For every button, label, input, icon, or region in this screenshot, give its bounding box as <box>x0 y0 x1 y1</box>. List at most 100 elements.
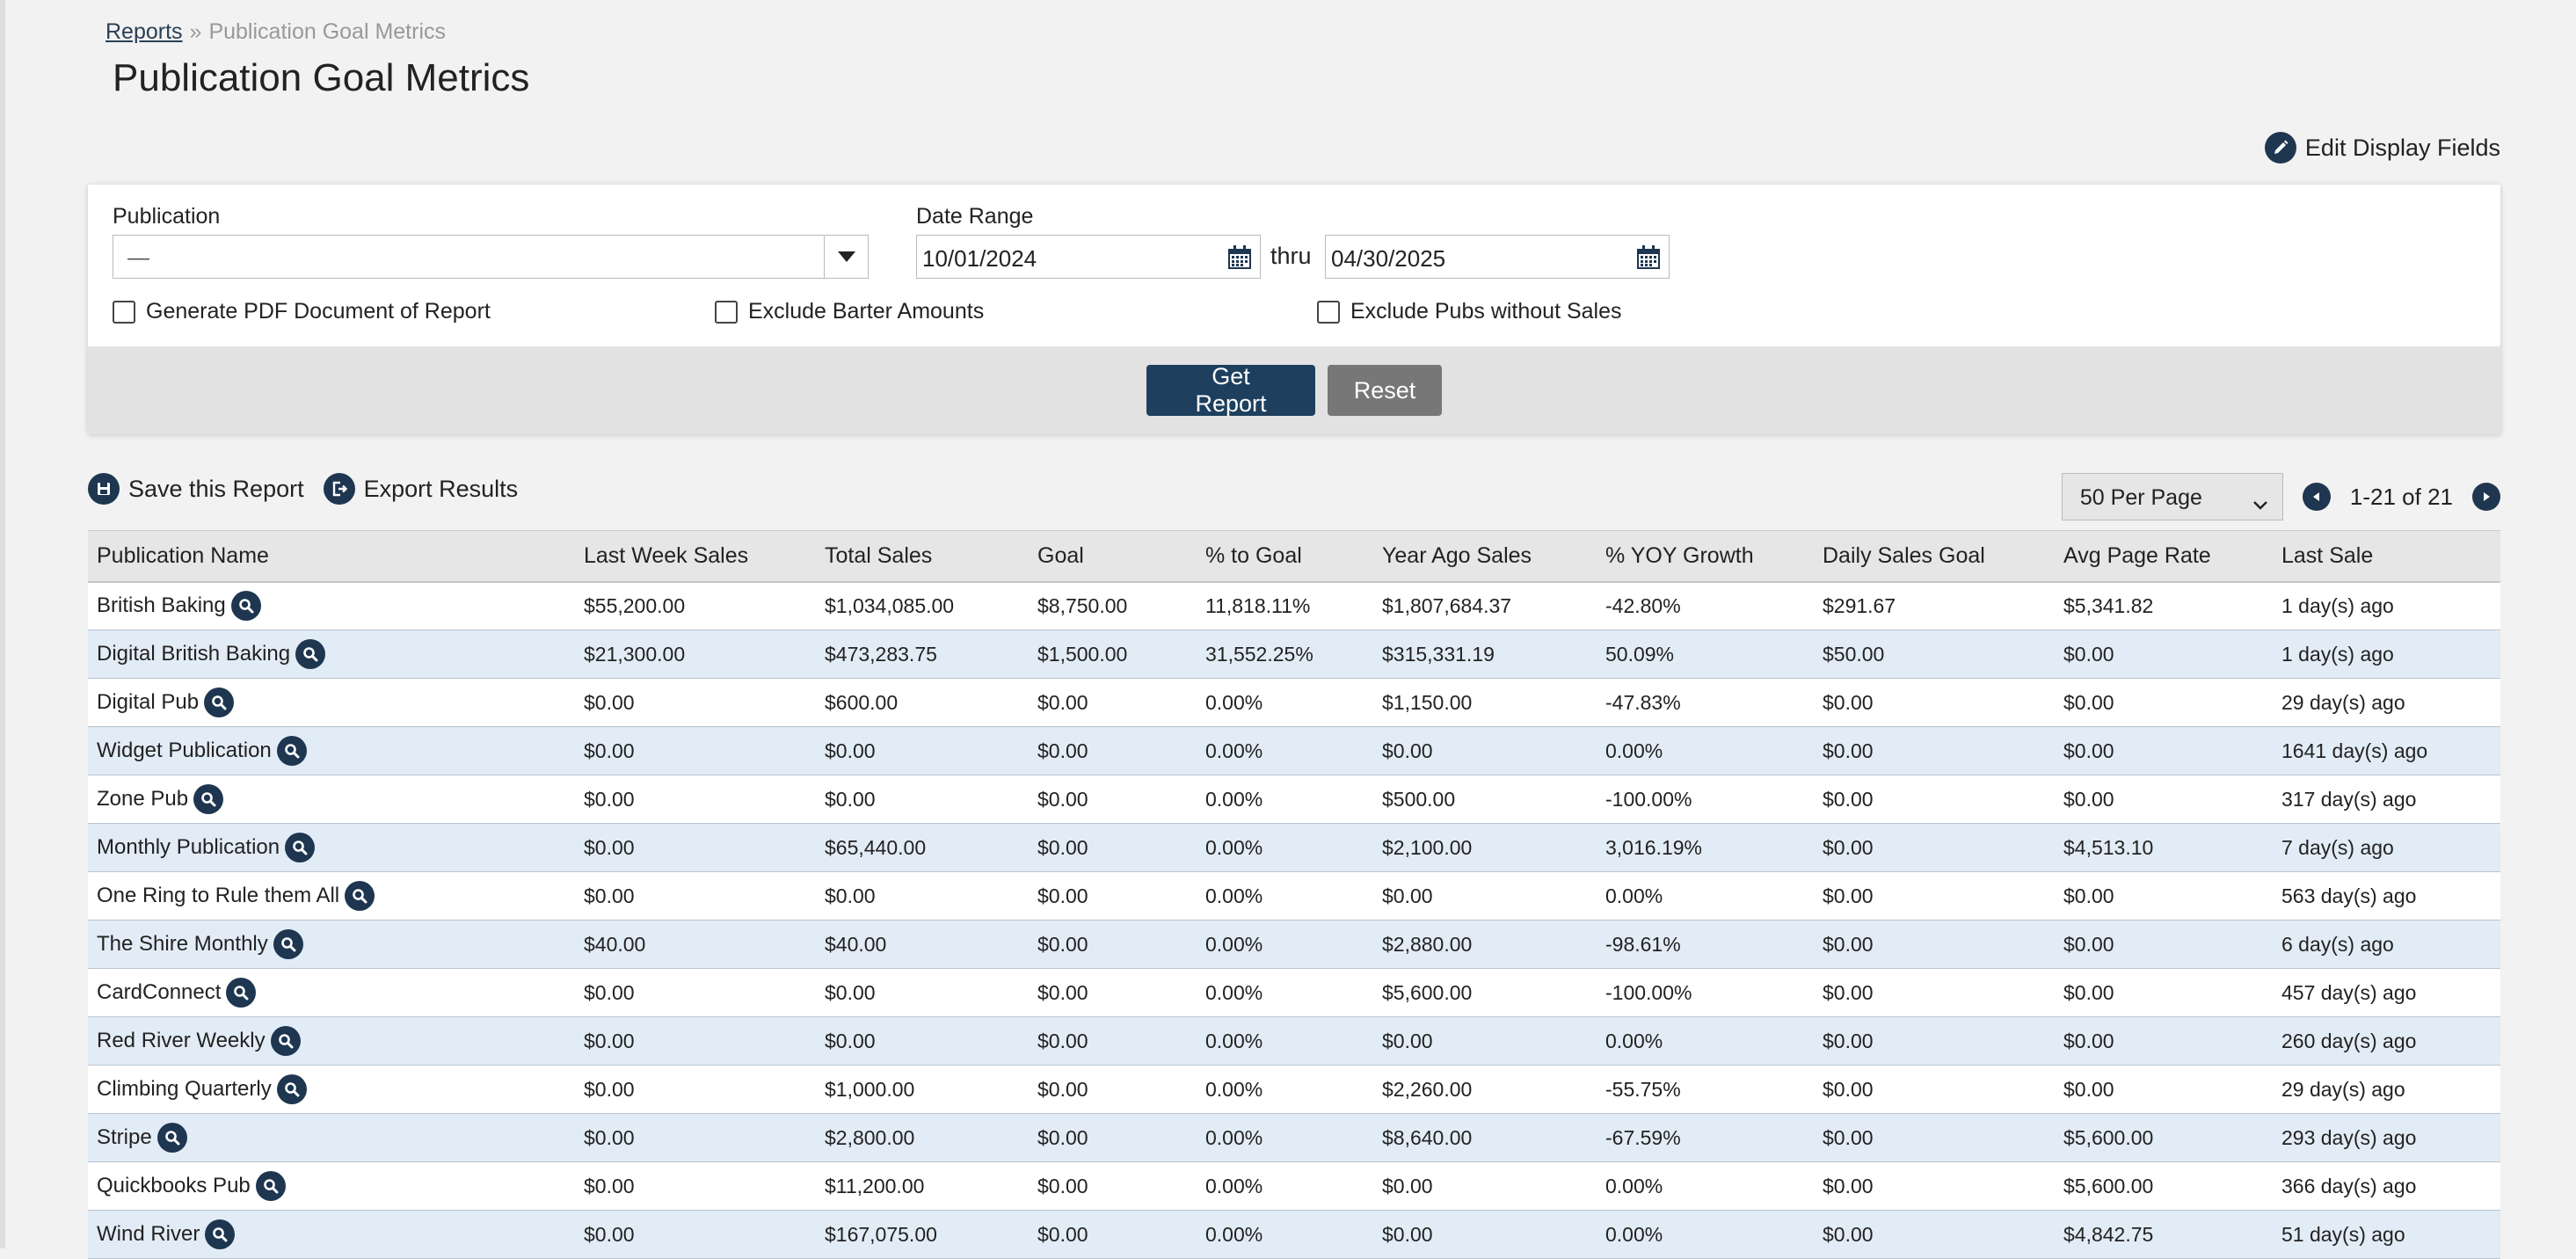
table-row: One Ring to Rule them All $0.00 $0.00 $0.00… <box>88 871 2500 921</box>
table-cell: $1,000.00 <box>816 1065 1029 1114</box>
magnifier-icon[interactable] <box>345 881 375 911</box>
magnifier-icon[interactable] <box>230 591 261 622</box>
table-cell: $0.00 <box>2055 726 2273 775</box>
table-cell: $0.00 <box>1373 1210 1597 1259</box>
publication-select[interactable]: — <box>113 235 869 279</box>
table-cell: $0.00 <box>1029 823 1197 872</box>
checkbox-box[interactable] <box>1317 300 1340 324</box>
generate-pdf-checkbox[interactable]: Generate PDF Document of Report <box>113 299 491 324</box>
edit-display-fields-button[interactable]: Edit Display Fields <box>2264 132 2500 164</box>
header-year-ago-sales[interactable]: Year Ago Sales <box>1373 530 1597 583</box>
magnifier-icon[interactable] <box>276 1074 307 1104</box>
table-header-row: Publication Name Last Week Sales Total S… <box>88 530 2500 583</box>
next-page-icon[interactable] <box>2472 483 2500 511</box>
table-cell: $0.00 <box>1029 920 1197 969</box>
table-cell: $600.00 <box>816 678 1029 727</box>
table-cell: $0.00 <box>575 1065 816 1114</box>
magnifier-icon[interactable] <box>273 929 303 959</box>
magnifier-icon[interactable] <box>156 1123 187 1153</box>
table-cell: 6 day(s) ago <box>2273 920 2500 969</box>
table-cell: $0.00 <box>1373 1016 1597 1066</box>
table-cell: $0.00 <box>2055 630 2273 679</box>
save-report-button[interactable]: Save this Report <box>88 473 304 505</box>
results-table: Publication Name Last Week Sales Total S… <box>88 530 2500 1259</box>
breadcrumb-current: Publication Goal Metrics <box>208 19 447 44</box>
chevron-down-icon <box>2252 491 2268 517</box>
header-last-sale[interactable]: Last Sale <box>2273 530 2500 583</box>
table-row: Red River Weekly $0.00 $0.00 $0.00 0.00% $0.0… <box>88 1016 2500 1066</box>
table-cell: -98.61% <box>1597 920 1814 969</box>
get-report-button[interactable]: Get Report <box>1146 363 1315 417</box>
caret-down-icon[interactable] <box>824 236 868 278</box>
table-cell: 0.00% <box>1197 1065 1373 1114</box>
table-cell: $0.00 <box>816 726 1029 775</box>
calendar-icon[interactable] <box>1226 244 1253 277</box>
checkbox-box[interactable] <box>715 300 738 324</box>
calendar-icon[interactable] <box>1635 244 1662 277</box>
header-goal[interactable]: Goal <box>1029 530 1197 583</box>
table-cell: $0.00 <box>1814 920 2055 969</box>
magnifier-icon[interactable] <box>285 833 316 862</box>
table-cell: $0.00 <box>816 968 1029 1017</box>
table-cell: 50.09% <box>1597 630 1814 679</box>
publication-name: Climbing Quarterly <box>97 1074 307 1104</box>
publication-name-text: Monthly Publication <box>97 835 280 859</box>
table-cell: 0.00% <box>1197 726 1373 775</box>
table-cell: $0.00 <box>575 726 816 775</box>
table-row: Digital British Baking $21,300.00 $473,283… <box>88 630 2500 679</box>
header-avg-page-rate[interactable]: Avg Page Rate <box>2055 530 2273 583</box>
checkbox-box[interactable] <box>113 300 135 324</box>
table-cell: 11,818.11% <box>1197 581 1373 630</box>
header-total-sales[interactable]: Total Sales <box>816 530 1029 583</box>
magnifier-icon[interactable] <box>255 1171 286 1201</box>
table-row: Widget Publication $0.00 $0.00 $0.00 0.00% $0… <box>88 726 2500 775</box>
exclude-pubs-checkbox[interactable]: Exclude Pubs without Sales <box>1317 299 1622 324</box>
header-daily-sales-goal[interactable]: Daily Sales Goal <box>1814 530 2055 583</box>
table-cell: $4,513.10 <box>2055 823 2273 872</box>
exclude-pubs-label: Exclude Pubs without Sales <box>1350 299 1622 324</box>
export-results-button[interactable]: Export Results <box>323 473 518 505</box>
table-cell: $0.00 <box>575 1161 816 1211</box>
generate-pdf-label: Generate PDF Document of Report <box>146 299 491 324</box>
table-cell: $0.00 <box>1029 968 1197 1017</box>
table-cell: 0.00% <box>1597 1161 1814 1211</box>
magnifier-icon[interactable] <box>204 688 235 717</box>
publication-label: Publication <box>113 204 221 229</box>
table-cell: $1,500.00 <box>1029 630 1197 679</box>
publication-name: Red River Weekly <box>97 1026 301 1056</box>
header-yoy-growth[interactable]: % YOY Growth <box>1597 530 1814 583</box>
per-page-select[interactable]: 50 Per Page <box>2061 473 2283 520</box>
table-cell: $0.00 <box>816 871 1029 921</box>
publication-name: Digital British Baking <box>97 639 326 669</box>
header-percent-to-goal[interactable]: % to Goal <box>1197 530 1373 583</box>
exclude-barter-checkbox[interactable]: Exclude Barter Amounts <box>715 299 984 324</box>
magnifier-icon[interactable] <box>295 639 326 669</box>
table-cell: $0.00 <box>2055 1016 2273 1066</box>
cell-publication-name: British Baking <box>88 581 575 630</box>
table-cell: $8,750.00 <box>1029 581 1197 630</box>
table-cell: $2,880.00 <box>1373 920 1597 969</box>
table-cell: 260 day(s) ago <box>2273 1016 2500 1066</box>
table-row: British Baking $55,200.00 $1,034,085.00 $8,… <box>88 581 2500 630</box>
table-cell: $0.00 <box>2055 871 2273 921</box>
magnifier-icon[interactable] <box>205 1219 236 1249</box>
table-row: The Shire Monthly $40.00 $40.00 $0.00 0.00% $… <box>88 920 2500 969</box>
date-from-input[interactable]: 10/01/2024 <box>916 235 1261 279</box>
table-cell: $0.00 <box>1814 1113 2055 1162</box>
breadcrumb-reports-link[interactable]: Reports <box>106 19 183 44</box>
cell-publication-name: Digital Pub <box>88 678 575 727</box>
magnifier-icon[interactable] <box>193 784 224 814</box>
header-publication-name[interactable]: Publication Name <box>88 530 575 583</box>
table-cell: 317 day(s) ago <box>2273 775 2500 824</box>
magnifier-icon[interactable] <box>270 1026 301 1056</box>
reset-button[interactable]: Reset <box>1328 365 1442 416</box>
date-to-input[interactable]: 04/30/2025 <box>1325 235 1670 279</box>
magnifier-icon[interactable] <box>276 736 307 766</box>
table-cell: 563 day(s) ago <box>2273 871 2500 921</box>
previous-page-icon[interactable] <box>2302 483 2331 511</box>
publication-name: Digital Pub <box>97 688 235 717</box>
magnifier-icon[interactable] <box>226 978 257 1008</box>
table-cell: $0.00 <box>575 871 816 921</box>
header-last-week-sales[interactable]: Last Week Sales <box>575 530 816 583</box>
table-cell: 0.00% <box>1597 1210 1814 1259</box>
